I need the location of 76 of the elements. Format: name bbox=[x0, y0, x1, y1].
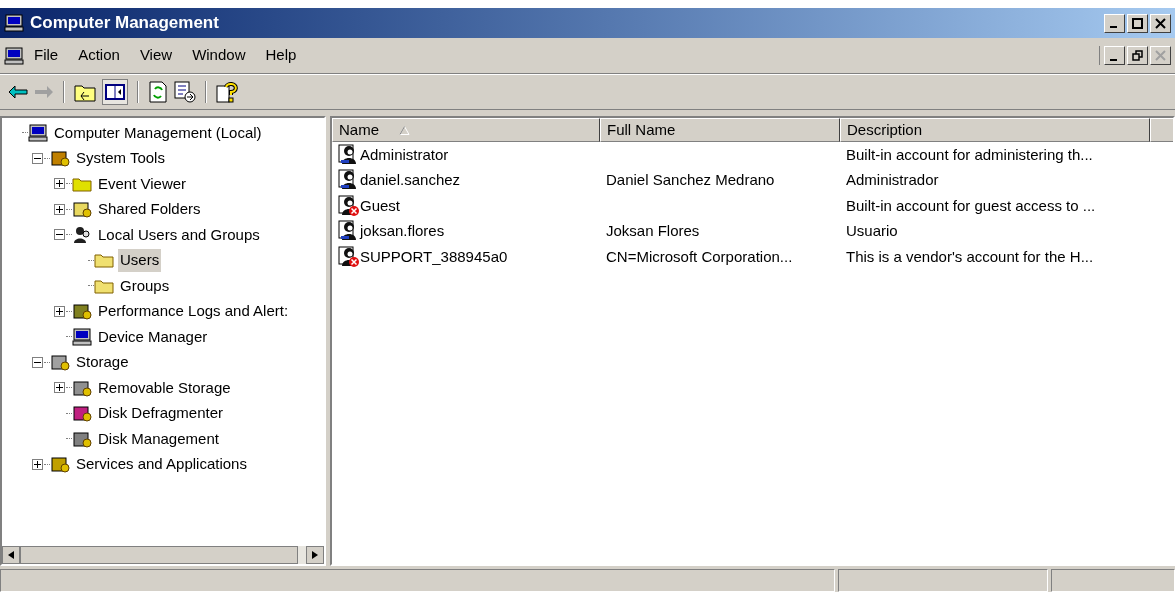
tree-item[interactable]: Disk Defragmenter bbox=[96, 402, 226, 425]
tree-item[interactable]: Users bbox=[118, 249, 162, 272]
horizontal-scrollbar[interactable] bbox=[2, 546, 324, 564]
table-cell: Built-in account for administering th... bbox=[846, 145, 1093, 163]
computer-icon bbox=[72, 327, 92, 346]
help-icon[interactable] bbox=[216, 81, 238, 103]
close-icon bbox=[1155, 17, 1166, 29]
window-title: Computer Management bbox=[30, 12, 220, 35]
user-name[interactable]: joksan.flores bbox=[360, 220, 445, 243]
expand-button[interactable] bbox=[53, 382, 65, 394]
folder-icon bbox=[94, 277, 114, 294]
restore-button[interactable] bbox=[1127, 46, 1148, 65]
back-arrow-icon[interactable] bbox=[8, 85, 28, 99]
users-icon bbox=[72, 225, 92, 244]
menu-item[interactable]: File bbox=[34, 44, 59, 67]
tree-item[interactable]: Disk Management bbox=[96, 427, 221, 450]
tree-item[interactable]: System Tools bbox=[74, 147, 167, 170]
tree-item[interactable]: Storage bbox=[74, 351, 131, 374]
tree-item[interactable]: Removable Storage bbox=[96, 376, 233, 399]
table-cell: Daniel Sanchez Medrano bbox=[606, 171, 775, 188]
menu-item[interactable]: Action bbox=[78, 44, 120, 67]
column-header[interactable]: Full Name bbox=[600, 118, 840, 142]
expand-button[interactable] bbox=[31, 458, 43, 470]
plus-icon bbox=[55, 180, 63, 188]
close-icon bbox=[1155, 50, 1166, 61]
app-icon bbox=[4, 14, 24, 32]
collapse-button[interactable] bbox=[53, 229, 65, 241]
refresh-icon[interactable] bbox=[148, 81, 168, 103]
table-cell: Built-in account for guest access to ... bbox=[846, 196, 1096, 214]
folder-icon bbox=[94, 252, 114, 269]
folder-icon bbox=[72, 175, 92, 192]
tree-item[interactable]: Computer Management (Local) bbox=[52, 121, 264, 144]
tree-item[interactable]: Shared Folders bbox=[96, 198, 203, 221]
user-name[interactable]: Administrator bbox=[360, 143, 449, 166]
left-arrow-icon bbox=[8, 551, 14, 559]
right-arrow-icon bbox=[312, 551, 318, 559]
table-cell: This is a vendor's account for the H... bbox=[846, 247, 1094, 265]
plus-icon bbox=[55, 205, 63, 213]
export-list-icon[interactable] bbox=[174, 81, 196, 103]
computer-icon bbox=[28, 123, 48, 142]
table-cell: Joksan Flores bbox=[606, 222, 700, 239]
tree-item[interactable]: Event Viewer bbox=[96, 172, 189, 195]
close-button[interactable] bbox=[1150, 46, 1171, 65]
expand-button[interactable] bbox=[53, 203, 65, 215]
plus-icon bbox=[55, 307, 63, 315]
tree-item[interactable]: Performance Logs and Alert: bbox=[96, 300, 291, 323]
maximize-button[interactable] bbox=[1127, 13, 1148, 33]
table-cell: CN=Microsoft Corporation... bbox=[606, 247, 793, 265]
minimize-icon bbox=[1109, 58, 1117, 61]
minimize-button[interactable] bbox=[1104, 13, 1125, 33]
column-header[interactable]: Name bbox=[332, 118, 600, 142]
tree-item[interactable]: Device Manager bbox=[96, 325, 210, 348]
expand-button[interactable] bbox=[53, 305, 65, 317]
menu-item[interactable]: Help bbox=[265, 44, 297, 67]
plus-icon bbox=[33, 460, 41, 468]
max-icon bbox=[1132, 17, 1143, 29]
column-header[interactable]: Description bbox=[840, 118, 1150, 142]
restore-icon bbox=[1132, 50, 1143, 61]
user-name[interactable]: daniel.sanchez bbox=[360, 169, 461, 192]
close-button[interactable] bbox=[1150, 13, 1171, 33]
folder-up-icon[interactable] bbox=[74, 82, 96, 102]
table-cell: Administrador bbox=[846, 171, 939, 188]
collapse-button[interactable] bbox=[31, 356, 43, 368]
menu-item[interactable]: Window bbox=[192, 44, 246, 67]
tree-item[interactable]: Services and Applications bbox=[74, 453, 249, 476]
sort-arrow-icon bbox=[399, 125, 410, 135]
minimize-button[interactable] bbox=[1104, 46, 1125, 65]
minimize-icon bbox=[1109, 26, 1117, 28]
panel-toggle-icon[interactable] bbox=[102, 79, 128, 105]
tree-item[interactable]: Local Users and Groups bbox=[96, 223, 262, 246]
expand-button[interactable] bbox=[53, 178, 65, 190]
menu-item[interactable]: View bbox=[139, 44, 173, 67]
table-cell: Usuario bbox=[846, 222, 898, 239]
tree-item[interactable]: Groups bbox=[118, 274, 172, 297]
plus-icon bbox=[55, 384, 63, 392]
collapse-button[interactable] bbox=[31, 152, 43, 164]
